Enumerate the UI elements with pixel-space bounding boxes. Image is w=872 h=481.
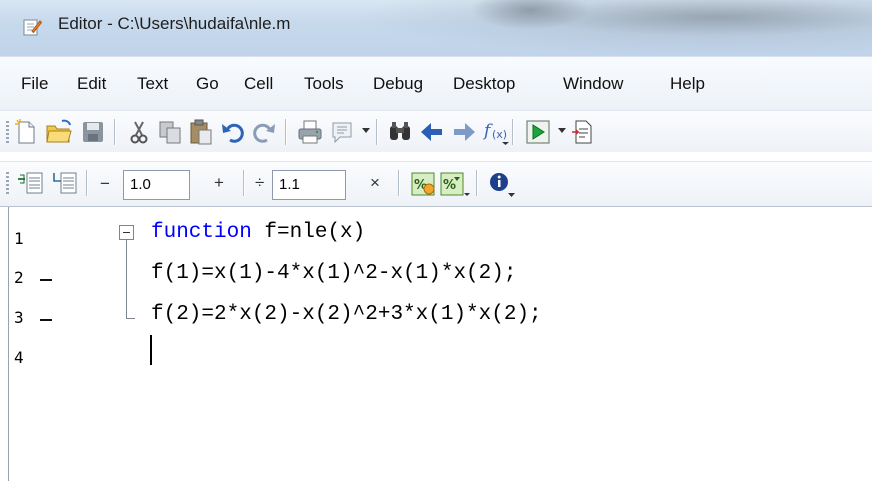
undo-icon[interactable] <box>221 120 245 144</box>
svg-text:(x): (x) <box>492 128 507 141</box>
insert-cell-icon[interactable] <box>52 170 78 196</box>
code-fold-line <box>126 240 127 318</box>
menu-tools[interactable]: Tools <box>304 74 344 94</box>
title-bar: Editor - C:\Users\hudaifa\nle.m <box>0 0 872 56</box>
run-icon[interactable] <box>526 120 550 144</box>
multiply-button[interactable]: × <box>370 173 380 193</box>
toolbar-separator <box>398 170 399 196</box>
increment-button[interactable]: + <box>214 173 224 193</box>
toolbar-separator <box>512 119 513 145</box>
new-file-icon[interactable] <box>14 119 38 145</box>
line-number: 4 <box>14 348 24 367</box>
line-number: 3 <box>14 308 24 327</box>
code-editor[interactable]: 1 2 3 4 function f=nle(x) f(1)=x(1)-4*x(… <box>0 207 872 481</box>
code-line-2: f(1)=x(1)-4*x(1)^2-x(1)*x(2); <box>151 262 516 285</box>
paste-icon[interactable] <box>189 119 213 145</box>
toolbar-separator <box>86 170 87 196</box>
menu-window[interactable]: Window <box>563 74 623 94</box>
function-icon[interactable]: f (x) <box>482 118 510 146</box>
toolbar-separator <box>285 119 286 145</box>
save-icon[interactable] <box>81 120 105 144</box>
publish-icon[interactable] <box>572 119 594 145</box>
cell-toolbar: − 1.0 + ÷ 1.1 × % % <box>0 161 872 207</box>
code-text: f=nle(x) <box>251 221 366 244</box>
toolbar-separator <box>376 119 377 145</box>
open-folder-icon[interactable] <box>45 119 73 145</box>
find-icon[interactable] <box>388 120 412 144</box>
title-bar-glare <box>352 0 872 56</box>
dropdown-icon[interactable] <box>362 128 370 134</box>
copy-icon[interactable] <box>158 120 182 144</box>
menu-help[interactable]: Help <box>670 74 705 94</box>
code-line-1: function f=nle(x) <box>151 221 365 244</box>
breakpoint-marker[interactable] <box>40 279 52 281</box>
forward-icon[interactable] <box>452 121 476 143</box>
text-caret <box>150 335 152 365</box>
factor-value-input[interactable]: 1.1 <box>272 170 346 200</box>
menu-file[interactable]: File <box>21 74 48 94</box>
line-number: 2 <box>14 268 24 287</box>
title-bar-glare <box>470 0 590 30</box>
toolbar-grip[interactable] <box>6 121 9 143</box>
toolbar-separator <box>243 170 244 196</box>
menu-desktop[interactable]: Desktop <box>453 74 515 94</box>
code-fold-end <box>126 318 135 319</box>
svg-text:%: % <box>443 178 456 193</box>
code-text: f(1)=x(1)-4*x(1)^2-x(1)*x(2); <box>151 262 517 285</box>
insert-cell-divider-icon[interactable] <box>18 170 44 196</box>
breakpoint-marker[interactable] <box>40 319 52 321</box>
back-icon[interactable] <box>420 121 444 143</box>
gutter-border <box>8 207 9 481</box>
menu-go[interactable]: Go <box>196 74 219 94</box>
menu-edit[interactable]: Edit <box>77 74 106 94</box>
code-fold-toggle[interactable] <box>119 225 134 240</box>
toolbar-grip[interactable] <box>6 172 9 194</box>
main-toolbar: f (x) <box>0 110 872 152</box>
divide-button[interactable]: ÷ <box>255 173 264 193</box>
print-icon[interactable] <box>297 119 323 145</box>
window-title: Editor - C:\Users\hudaifa\nle.m <box>58 14 291 33</box>
code-line-3: f(2)=2*x(2)-x(2)^2+3*x(1)*x(2); <box>151 303 542 326</box>
cell-info-icon[interactable] <box>488 171 516 199</box>
dropdown-icon[interactable] <box>558 128 566 134</box>
toolbar-separator <box>114 119 115 145</box>
line-number: 1 <box>14 229 24 248</box>
menu-cell[interactable]: Cell <box>244 74 273 94</box>
redo-icon[interactable] <box>252 120 276 144</box>
menu-debug[interactable]: Debug <box>373 74 423 94</box>
decrement-button[interactable]: − <box>100 174 110 194</box>
comment-icon[interactable] <box>330 120 354 144</box>
cell-eval-advance-icon[interactable]: % <box>440 171 470 197</box>
editor-document-icon <box>22 17 43 37</box>
menu-text[interactable]: Text <box>137 74 168 94</box>
code-text: f(2)=2*x(2)-x(2)^2+3*x(1)*x(2); <box>151 303 542 326</box>
menu-bar: File Edit Text Go Cell Tools Debug Deskt… <box>0 56 872 110</box>
cut-icon[interactable] <box>128 120 150 144</box>
decrement-value-input[interactable]: 1.0 <box>123 170 190 200</box>
cell-eval-icon[interactable]: % <box>411 171 437 197</box>
code-keyword: function <box>151 221 252 244</box>
toolbar-separator <box>476 170 477 196</box>
